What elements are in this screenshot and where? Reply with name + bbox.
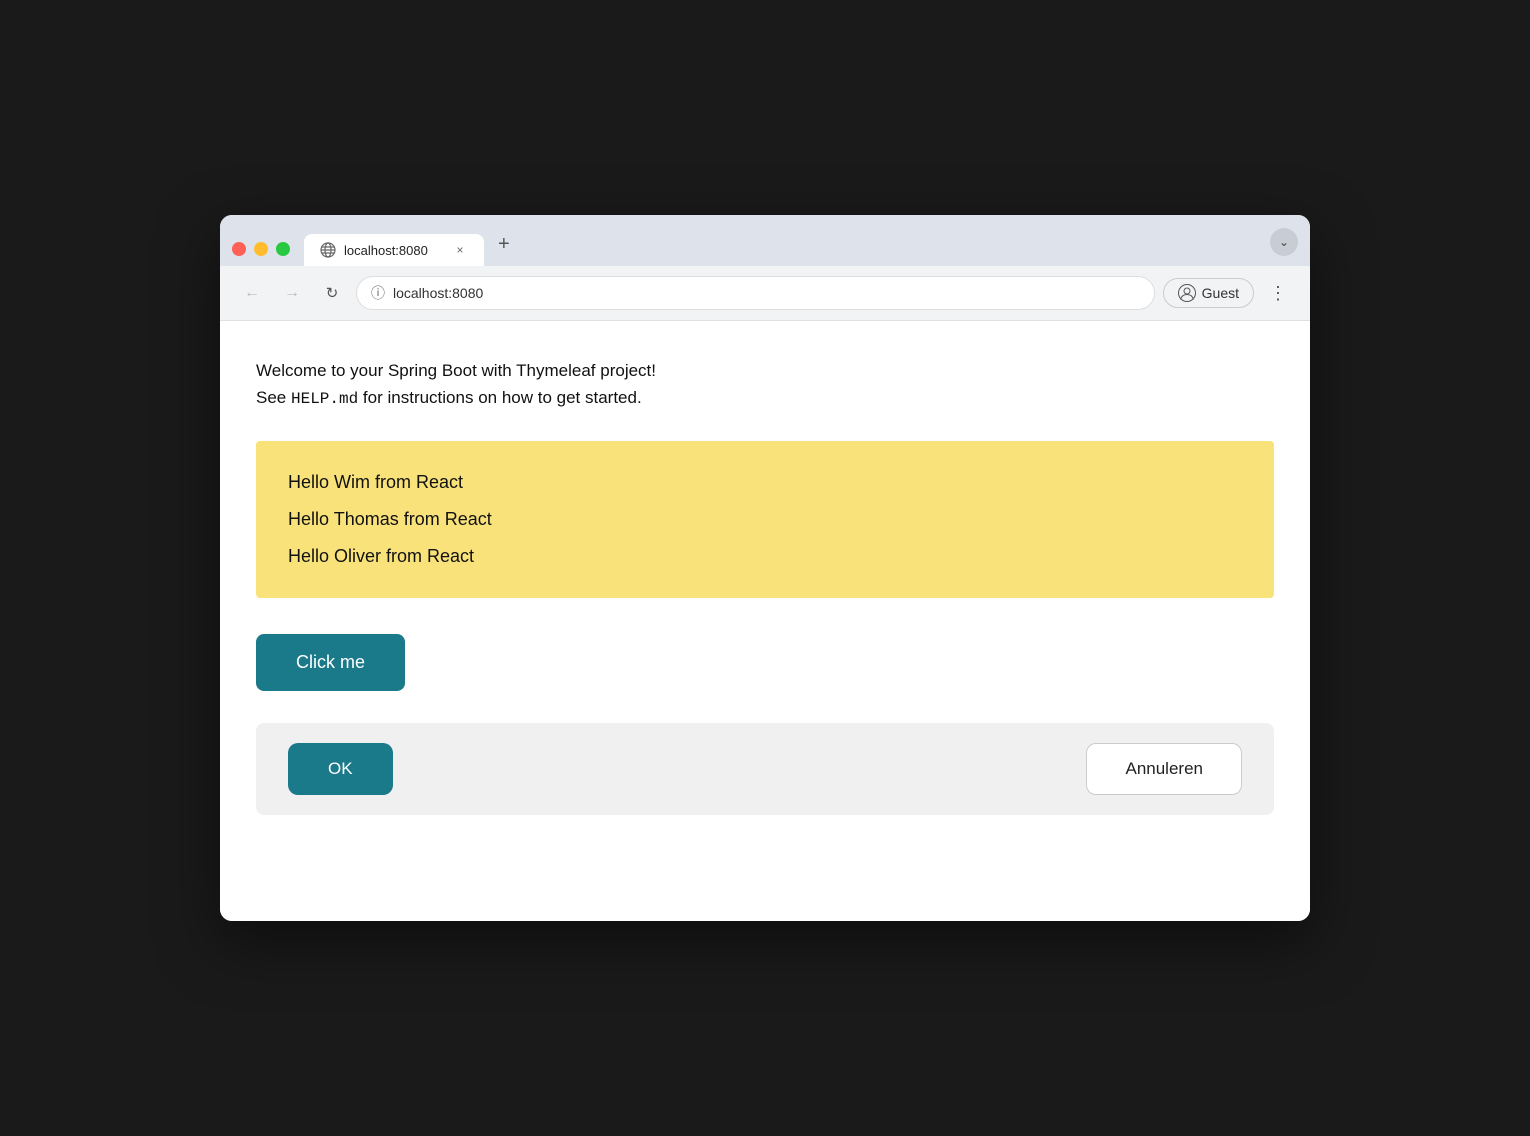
- action-bar: OK Annuleren: [256, 723, 1274, 815]
- guest-label: Guest: [1202, 285, 1239, 301]
- traffic-light-red[interactable]: [232, 242, 246, 256]
- annuleren-button[interactable]: Annuleren: [1086, 743, 1242, 795]
- tab-dropdown: ⌄: [1270, 228, 1298, 266]
- user-icon: [1178, 284, 1196, 302]
- page-content: Welcome to your Spring Boot with Thymele…: [220, 321, 1310, 921]
- list-item: Hello Wim from React: [288, 469, 1242, 496]
- reload-icon: ↻: [326, 284, 339, 302]
- address-text: localhost:8080: [393, 285, 1140, 301]
- welcome-line2-mono: HELP.md: [291, 390, 358, 408]
- tab-bar: localhost:8080 × + ⌄: [220, 215, 1310, 266]
- traffic-light-yellow[interactable]: [254, 242, 268, 256]
- navigation-bar: ← → ↻ ⓘ localhost:8080 Guest ⋮: [220, 266, 1310, 321]
- browser-window: localhost:8080 × + ⌄ ← → ↻ ⓘ localhost:8…: [220, 215, 1310, 921]
- reload-button[interactable]: ↻: [316, 277, 348, 309]
- traffic-lights: [232, 242, 290, 266]
- welcome-line1: Welcome to your Spring Boot with Thymele…: [256, 357, 1274, 384]
- forward-button[interactable]: →: [276, 277, 308, 309]
- welcome-line2-prefix: See: [256, 388, 291, 407]
- click-me-button[interactable]: Click me: [256, 634, 405, 691]
- active-tab[interactable]: localhost:8080 ×: [304, 234, 484, 266]
- info-icon: ⓘ: [371, 283, 385, 303]
- globe-icon: [320, 242, 336, 258]
- address-bar[interactable]: ⓘ localhost:8080: [356, 276, 1155, 310]
- list-item: Hello Thomas from React: [288, 506, 1242, 533]
- new-tab-button[interactable]: +: [484, 225, 524, 266]
- welcome-line2-suffix: for instructions on how to get started.: [358, 388, 641, 407]
- welcome-message: Welcome to your Spring Boot with Thymele…: [256, 357, 1274, 413]
- back-button[interactable]: ←: [236, 277, 268, 309]
- back-icon: ←: [244, 284, 260, 302]
- ok-button[interactable]: OK: [288, 743, 393, 795]
- traffic-light-green[interactable]: [276, 242, 290, 256]
- list-item: Hello Oliver from React: [288, 543, 1242, 570]
- tab-title: localhost:8080: [344, 243, 444, 258]
- welcome-line2: See HELP.md for instructions on how to g…: [256, 384, 1274, 413]
- hello-box: Hello Wim from React Hello Thomas from R…: [256, 441, 1274, 598]
- browser-menu-button[interactable]: ⋮: [1262, 277, 1294, 309]
- tab-dropdown-button[interactable]: ⌄: [1270, 228, 1298, 256]
- tab-close-button[interactable]: ×: [452, 242, 468, 258]
- guest-button[interactable]: Guest: [1163, 278, 1254, 308]
- forward-icon: →: [284, 284, 300, 302]
